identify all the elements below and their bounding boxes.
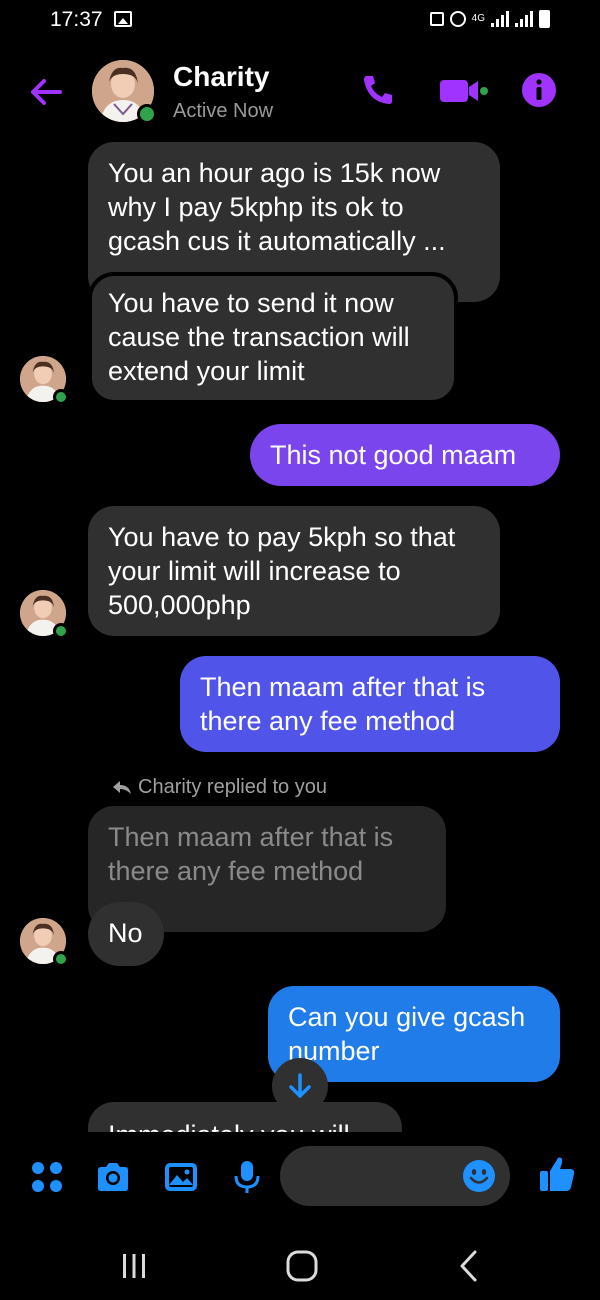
contact-mini-avatar bbox=[20, 590, 69, 639]
gallery-icon[interactable] bbox=[162, 1158, 200, 1196]
received-message[interactable]: No bbox=[88, 902, 164, 966]
lock-icon bbox=[429, 12, 444, 26]
arrow-down-icon bbox=[289, 1073, 311, 1098]
video-call-icon[interactable] bbox=[438, 74, 488, 108]
alarm-icon bbox=[449, 11, 466, 27]
gallery-notification-icon bbox=[114, 11, 132, 27]
message-list[interactable]: You an hour ago is 15k now why I pay 5kp… bbox=[0, 140, 600, 1132]
camera-icon[interactable] bbox=[94, 1158, 132, 1196]
contact-name[interactable]: Charity bbox=[173, 61, 269, 93]
contact-mini-avatar bbox=[20, 918, 69, 967]
system-navigation-bar bbox=[0, 1232, 600, 1300]
thumbs-up-icon[interactable] bbox=[538, 1154, 576, 1194]
scroll-to-bottom-button[interactable] bbox=[272, 1058, 328, 1114]
back-icon[interactable] bbox=[450, 1246, 490, 1286]
received-message[interactable]: Immediately you will bbox=[88, 1102, 402, 1132]
reply-indicator: Charity replied to you bbox=[112, 776, 327, 799]
reply-icon bbox=[113, 780, 131, 794]
phone-call-icon[interactable] bbox=[360, 72, 396, 108]
status-icons: 4G bbox=[429, 10, 550, 28]
home-icon[interactable] bbox=[282, 1246, 322, 1286]
contact-active-status: Active Now bbox=[173, 100, 274, 122]
reply-indicator-text: Charity replied to you bbox=[138, 776, 327, 798]
status-time: 17:37 bbox=[50, 8, 103, 31]
active-status-dot bbox=[137, 104, 157, 124]
received-message[interactable]: You have to pay 5kph so that your limit … bbox=[88, 506, 500, 636]
apps-icon[interactable] bbox=[28, 1158, 66, 1196]
emoji-icon[interactable] bbox=[462, 1159, 496, 1193]
info-icon[interactable] bbox=[521, 72, 557, 108]
signal-icon bbox=[515, 11, 533, 27]
contact-avatar[interactable] bbox=[92, 60, 157, 124]
message-composer bbox=[0, 1142, 600, 1212]
sent-message[interactable]: Then maam after that is there any fee me… bbox=[180, 656, 560, 752]
recent-apps-icon[interactable] bbox=[114, 1246, 154, 1286]
signal-icon bbox=[491, 11, 509, 27]
chat-header: Charity Active Now bbox=[0, 50, 600, 134]
received-message[interactable]: You have to send it now cause the transa… bbox=[88, 272, 458, 404]
microphone-icon[interactable] bbox=[228, 1158, 266, 1196]
network-type: 4G bbox=[471, 13, 485, 24]
sent-message[interactable]: This not good maam bbox=[250, 424, 560, 486]
status-bar: 17:37 4G bbox=[0, 0, 600, 44]
contact-mini-avatar bbox=[20, 356, 69, 405]
partially-visible-message: Immediately you will bbox=[88, 1102, 402, 1132]
back-arrow-icon[interactable] bbox=[26, 72, 66, 112]
battery-icon bbox=[539, 10, 550, 28]
